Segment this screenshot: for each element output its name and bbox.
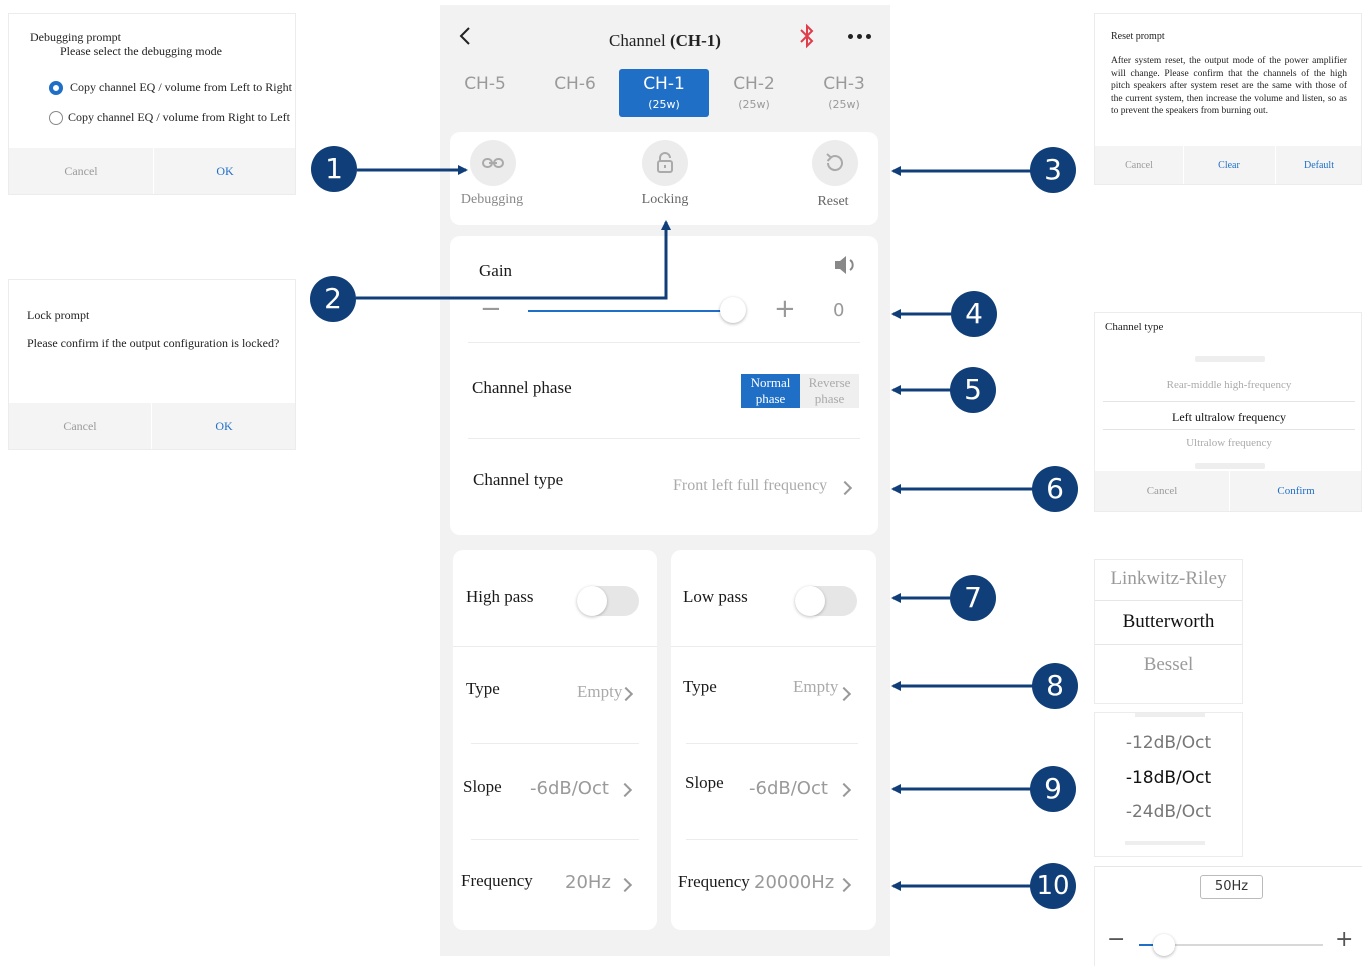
- callout-2: 2: [310, 276, 356, 322]
- callout-10: 10: [1030, 863, 1076, 909]
- callout-5: 5: [950, 367, 996, 413]
- callout-6: 6: [1032, 466, 1078, 512]
- arrow-2: [356, 220, 671, 300]
- callout-7: 7: [950, 575, 996, 621]
- callout-arrows: [356, 165, 1033, 891]
- callout-3: 3: [1030, 147, 1076, 193]
- callout-1: 1: [311, 146, 357, 192]
- callout-9: 9: [1030, 766, 1076, 812]
- callout-4: 4: [951, 291, 997, 337]
- callout-8: 8: [1032, 663, 1078, 709]
